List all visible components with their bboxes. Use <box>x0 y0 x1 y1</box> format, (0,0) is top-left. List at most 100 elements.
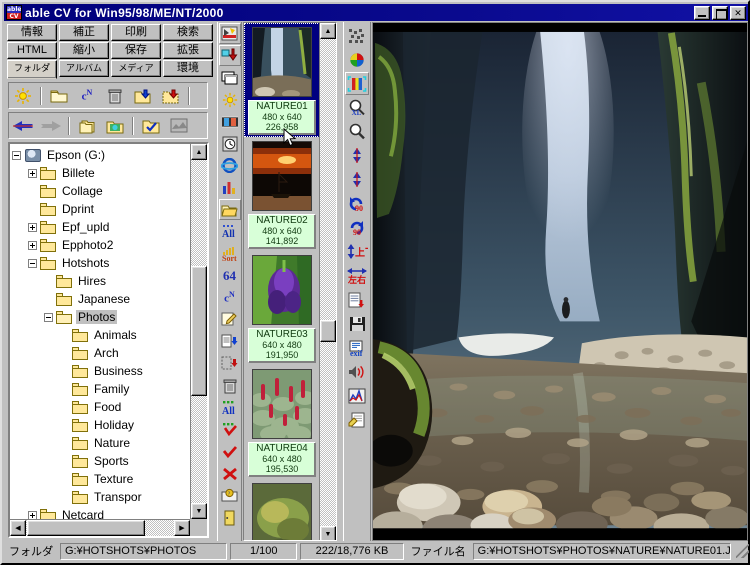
thumbnail-image[interactable] <box>252 141 312 211</box>
tree-scroll-left-button[interactable]: ◀ <box>10 520 26 536</box>
map-icon[interactable] <box>167 115 191 137</box>
tree-item[interactable]: Texture <box>12 470 194 488</box>
thumbnail-item[interactable]: NATURE03 640 x 480 191,950 <box>244 251 320 365</box>
rotate-right-90-icon[interactable]: 90 <box>345 216 369 239</box>
color-depth-64-icon[interactable]: 64 <box>219 265 241 286</box>
thumbnail-scrollbar[interactable]: ▲ ▼ <box>319 23 336 540</box>
flip-vertical-down-icon[interactable] <box>345 168 369 191</box>
thumbnail-scroll-up-button[interactable]: ▲ <box>320 23 336 39</box>
tab-print[interactable]: 印刷 <box>111 24 161 41</box>
edit-note-icon[interactable] <box>219 309 241 330</box>
open-folder-icon[interactable] <box>47 85 71 107</box>
select-all-icon[interactable]: All <box>219 221 241 242</box>
flip-updown-icon[interactable]: 上下 <box>345 240 369 263</box>
folder-tree-panel[interactable]: Epson (G:) Billete Collage Dprint Epf_upld Ep… <box>8 142 209 538</box>
tab-folder[interactable]: フォルダ゙ <box>7 60 57 79</box>
tab-extend[interactable]: 拡張 <box>163 42 213 59</box>
zoom-fit-icon[interactable]: XL <box>345 96 369 119</box>
folder-tree[interactable]: Epson (G:) Billete Collage Dprint Epf_upld Ep… <box>10 144 194 522</box>
thumbnail-item[interactable]: NATURE02 480 x 640 141,892 <box>244 137 320 251</box>
open-folder-icon[interactable] <box>218 199 241 220</box>
delete-trash-icon[interactable] <box>219 375 241 396</box>
flip-vertical-up-icon[interactable] <box>345 144 369 167</box>
tree-item[interactable]: Billete <box>12 164 194 182</box>
fit-to-window-icon[interactable] <box>345 72 369 95</box>
tree-item[interactable]: Dprint <box>12 200 194 218</box>
thumbnail-scroll-thumb[interactable] <box>320 320 336 342</box>
brightness-sun-icon[interactable] <box>11 85 35 107</box>
import-icon[interactable] <box>218 45 241 66</box>
tree-scroll-right-button[interactable]: ▶ <box>174 520 190 536</box>
thumbnail-panel[interactable]: NATURE01 480 x 640 226,958 NATURE02 480 x 64… <box>243 22 337 541</box>
tree-item[interactable]: Epphoto2 <box>12 236 194 254</box>
thumbnail-item[interactable] <box>244 479 320 540</box>
tree-item[interactable]: Animals <box>12 326 194 344</box>
tree-item[interactable]: Collage <box>12 182 194 200</box>
thumbnail-image[interactable] <box>252 483 312 540</box>
tree-item[interactable]: Epf_upld <box>12 218 194 236</box>
scanner-icon[interactable] <box>218 23 241 44</box>
new-folder-cn-icon[interactable]: cN <box>75 85 99 107</box>
tree-expand-plus-icon[interactable] <box>28 168 37 178</box>
clock-icon[interactable] <box>219 133 241 154</box>
image-preview-pane[interactable] <box>372 22 748 541</box>
tree-expand-plus-icon[interactable] <box>28 222 37 232</box>
thumbnail-list[interactable]: NATURE01 480 x 640 226,958 NATURE02 480 x 64… <box>244 23 320 540</box>
check-folder-icon[interactable] <box>139 115 163 137</box>
flip-leftright-icon[interactable]: 左右 <box>345 264 369 287</box>
tree-item[interactable]: Transpor <box>12 488 194 506</box>
tab-html[interactable]: HTML <box>7 42 57 59</box>
copy-folder-icon[interactable] <box>131 85 155 107</box>
copy-file-icon[interactable] <box>219 331 241 352</box>
tab-album[interactable]: アルバム <box>59 60 109 77</box>
mosaic-icon[interactable] <box>345 24 369 47</box>
thumbnail-image[interactable] <box>252 255 312 325</box>
tree-expand-plus-icon[interactable] <box>28 240 37 250</box>
tab-correct[interactable]: 補正 <box>59 24 109 41</box>
exif-icon[interactable]: exif <box>345 336 369 359</box>
color-palette-icon[interactable] <box>345 48 369 71</box>
title-bar[interactable]: able CV able CV for Win95/98/ME/NT/2000 … <box>4 4 748 21</box>
rename-cn-icon[interactable]: cN <box>219 287 241 308</box>
rotate-left-90-icon[interactable]: 90 <box>345 192 369 215</box>
tree-item[interactable]: Holiday <box>12 416 194 434</box>
tree-item[interactable]: Hires <box>12 272 194 290</box>
picture-folder-icon[interactable] <box>103 115 127 137</box>
tree-item[interactable]: Sports <box>12 452 194 470</box>
tree-item[interactable]: Hotshots <box>12 254 194 272</box>
tree-vertical-scroll-thumb[interactable] <box>191 266 207 396</box>
tree-vertical-scrollbar[interactable]: ▲ ▼ <box>190 144 207 519</box>
brightness-icon[interactable] <box>219 89 241 110</box>
tree-item[interactable]: Business <box>12 362 194 380</box>
help-icon[interactable]: ? <box>219 485 241 506</box>
tree-item[interactable]: Japanese <box>12 290 194 308</box>
histogram-icon[interactable] <box>345 384 369 407</box>
tab-save[interactable]: 保存 <box>111 42 161 59</box>
select-all-mark-icon[interactable]: All <box>219 397 241 418</box>
maximize-button[interactable] <box>712 5 728 20</box>
tab-environment[interactable]: 環境 <box>163 60 213 77</box>
tree-collapse-minus-icon[interactable] <box>28 258 37 268</box>
chart-icon[interactable] <box>219 177 241 198</box>
thumbnail-item[interactable]: NATURE04 640 x 480 195,530 <box>244 365 320 479</box>
save-disk-icon[interactable] <box>345 312 369 335</box>
tree-item[interactable]: Food <box>12 398 194 416</box>
tab-reduce[interactable]: 縮小 <box>59 42 109 59</box>
tree-collapse-minus-icon[interactable] <box>12 150 21 160</box>
sort-icon[interactable]: Sort <box>219 243 241 264</box>
tree-item[interactable]: Family <box>12 380 194 398</box>
tree-item[interactable]: Nature <box>12 434 194 452</box>
tree-item[interactable]: Arch <box>12 344 194 362</box>
move-file-icon[interactable] <box>219 353 241 374</box>
file-info-icon[interactable] <box>345 288 369 311</box>
clear-mark-icon[interactable] <box>219 463 241 484</box>
select-invert-icon[interactable] <box>219 419 241 440</box>
thumbnail-image[interactable] <box>252 27 312 97</box>
close-button[interactable]: ✕ <box>730 5 746 20</box>
delete-trash-icon[interactable] <box>103 85 127 107</box>
slideshow-icon[interactable] <box>219 111 241 132</box>
thumbnail-item[interactable]: NATURE01 480 x 640 226,958 <box>244 23 320 137</box>
tree-item[interactable]: Photos <box>12 308 194 326</box>
window-icon[interactable] <box>219 67 241 88</box>
tree-scroll-up-button[interactable]: ▲ <box>191 144 207 160</box>
